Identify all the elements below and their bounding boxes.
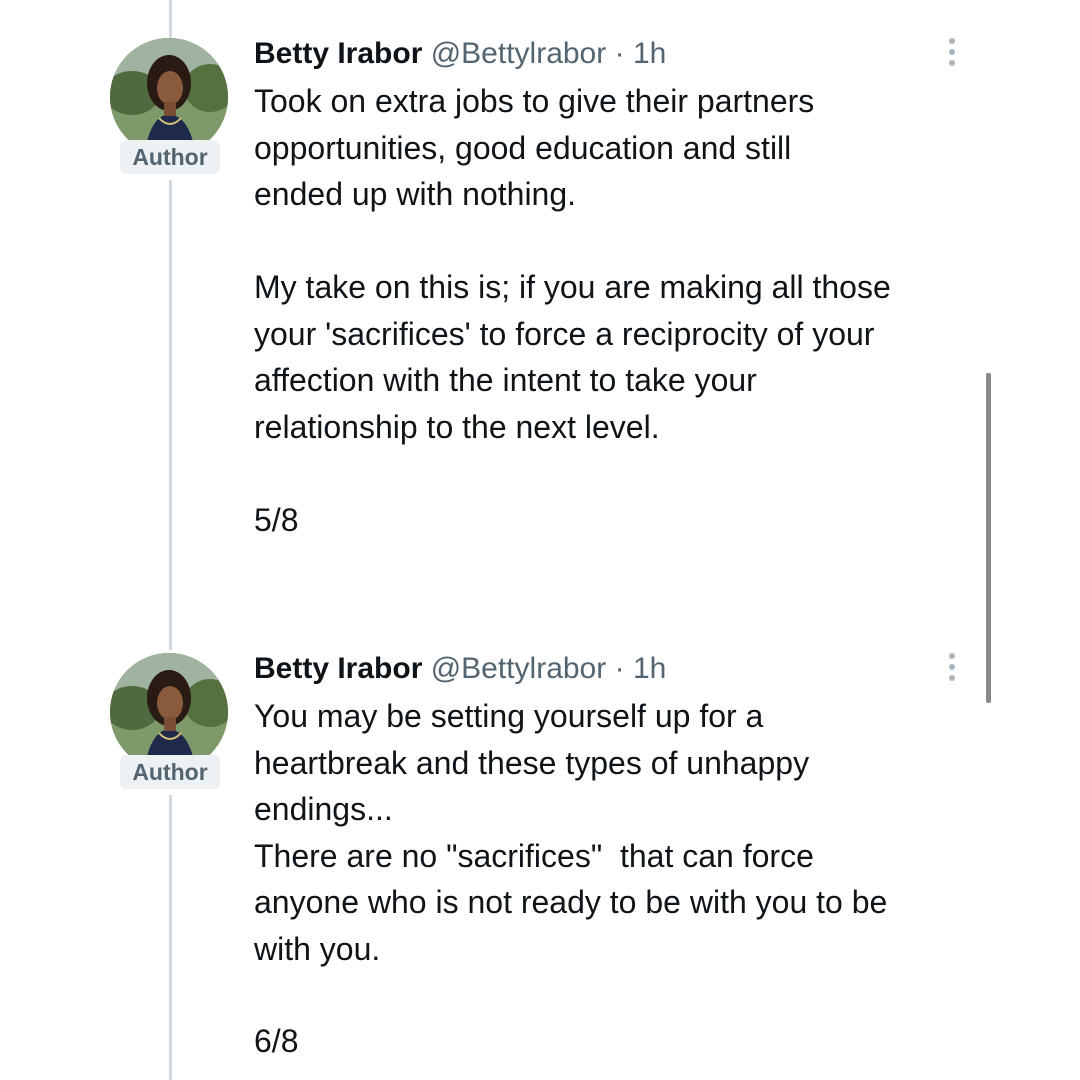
avatar[interactable] [110,653,228,771]
thread-counter: 6/8 [254,1023,299,1059]
more-options-icon[interactable] [945,38,959,68]
author-name[interactable]: Betty Irabor [254,652,422,685]
tweet-header: Betty Irabor @Bettylrabor · 1h [254,651,666,687]
separator: · [614,652,625,685]
timestamp[interactable]: 1h [633,37,666,70]
author-handle[interactable]: @Bettylrabor [431,652,607,685]
author-badge: Author [120,140,220,174]
thread-counter: 5/8 [254,502,299,538]
avatar-image [110,653,228,771]
author-badge: Author [120,755,220,789]
tweet[interactable]: Author Betty Irabor @Bettylrabor · 1h To… [0,0,1080,560]
avatar[interactable] [110,38,228,156]
scrollbar[interactable] [986,373,991,703]
tweet-header: Betty Irabor @Bettylrabor · 1h [254,36,666,72]
tweet-text: Took on extra jobs to give their partner… [254,83,891,445]
separator: · [614,37,625,70]
avatar-image [110,38,228,156]
author-name[interactable]: Betty Irabor [254,37,422,70]
tweet-text: You may be setting yourself up for a hea… [254,698,888,967]
tweet[interactable]: Author Betty Irabor @Bettylrabor · 1h Yo… [0,615,1080,1080]
more-options-icon[interactable] [945,653,959,683]
timestamp[interactable]: 1h [633,652,666,685]
author-handle[interactable]: @Bettylrabor [431,37,607,70]
